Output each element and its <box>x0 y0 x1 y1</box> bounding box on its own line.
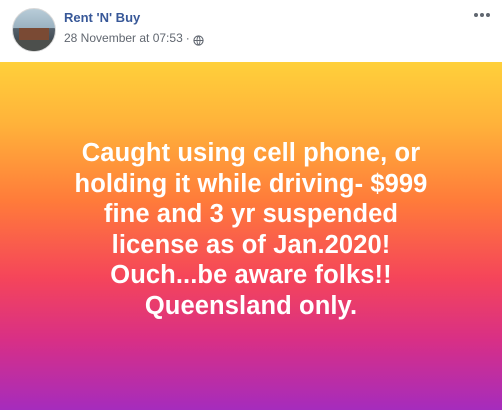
message-line: holding it while driving- $999 <box>74 169 428 198</box>
message-line: fine and 3 yr suspended <box>103 200 399 228</box>
more-options-icon[interactable] <box>472 8 492 22</box>
message-line: license as of Jan.2020! <box>111 230 391 259</box>
page-avatar[interactable] <box>12 8 56 52</box>
globe-icon[interactable] <box>193 33 204 46</box>
message-line: Queensland only. <box>144 291 358 320</box>
meta-separator: · <box>185 31 190 45</box>
message-line: Ouch...be aware folks!! <box>110 261 392 289</box>
message-line: Caught using cell phone, or <box>81 139 421 167</box>
post-meta: 28 November at 07:53 · <box>64 31 204 46</box>
page-name-link[interactable]: Rent 'N' Buy <box>64 10 140 25</box>
post-message: Caught using cell phone, or holding it w… <box>20 138 482 321</box>
avatar-ground-shape <box>13 40 55 51</box>
post-header: Rent 'N' Buy 28 November at 07:53 · <box>0 0 502 62</box>
facebook-post: Rent 'N' Buy 28 November at 07:53 · Caug… <box>0 0 502 410</box>
avatar-building-shape <box>19 28 49 40</box>
colored-background-post: Caught using cell phone, or holding it w… <box>0 62 502 410</box>
post-timestamp[interactable]: 28 November at 07:53 <box>64 31 183 45</box>
